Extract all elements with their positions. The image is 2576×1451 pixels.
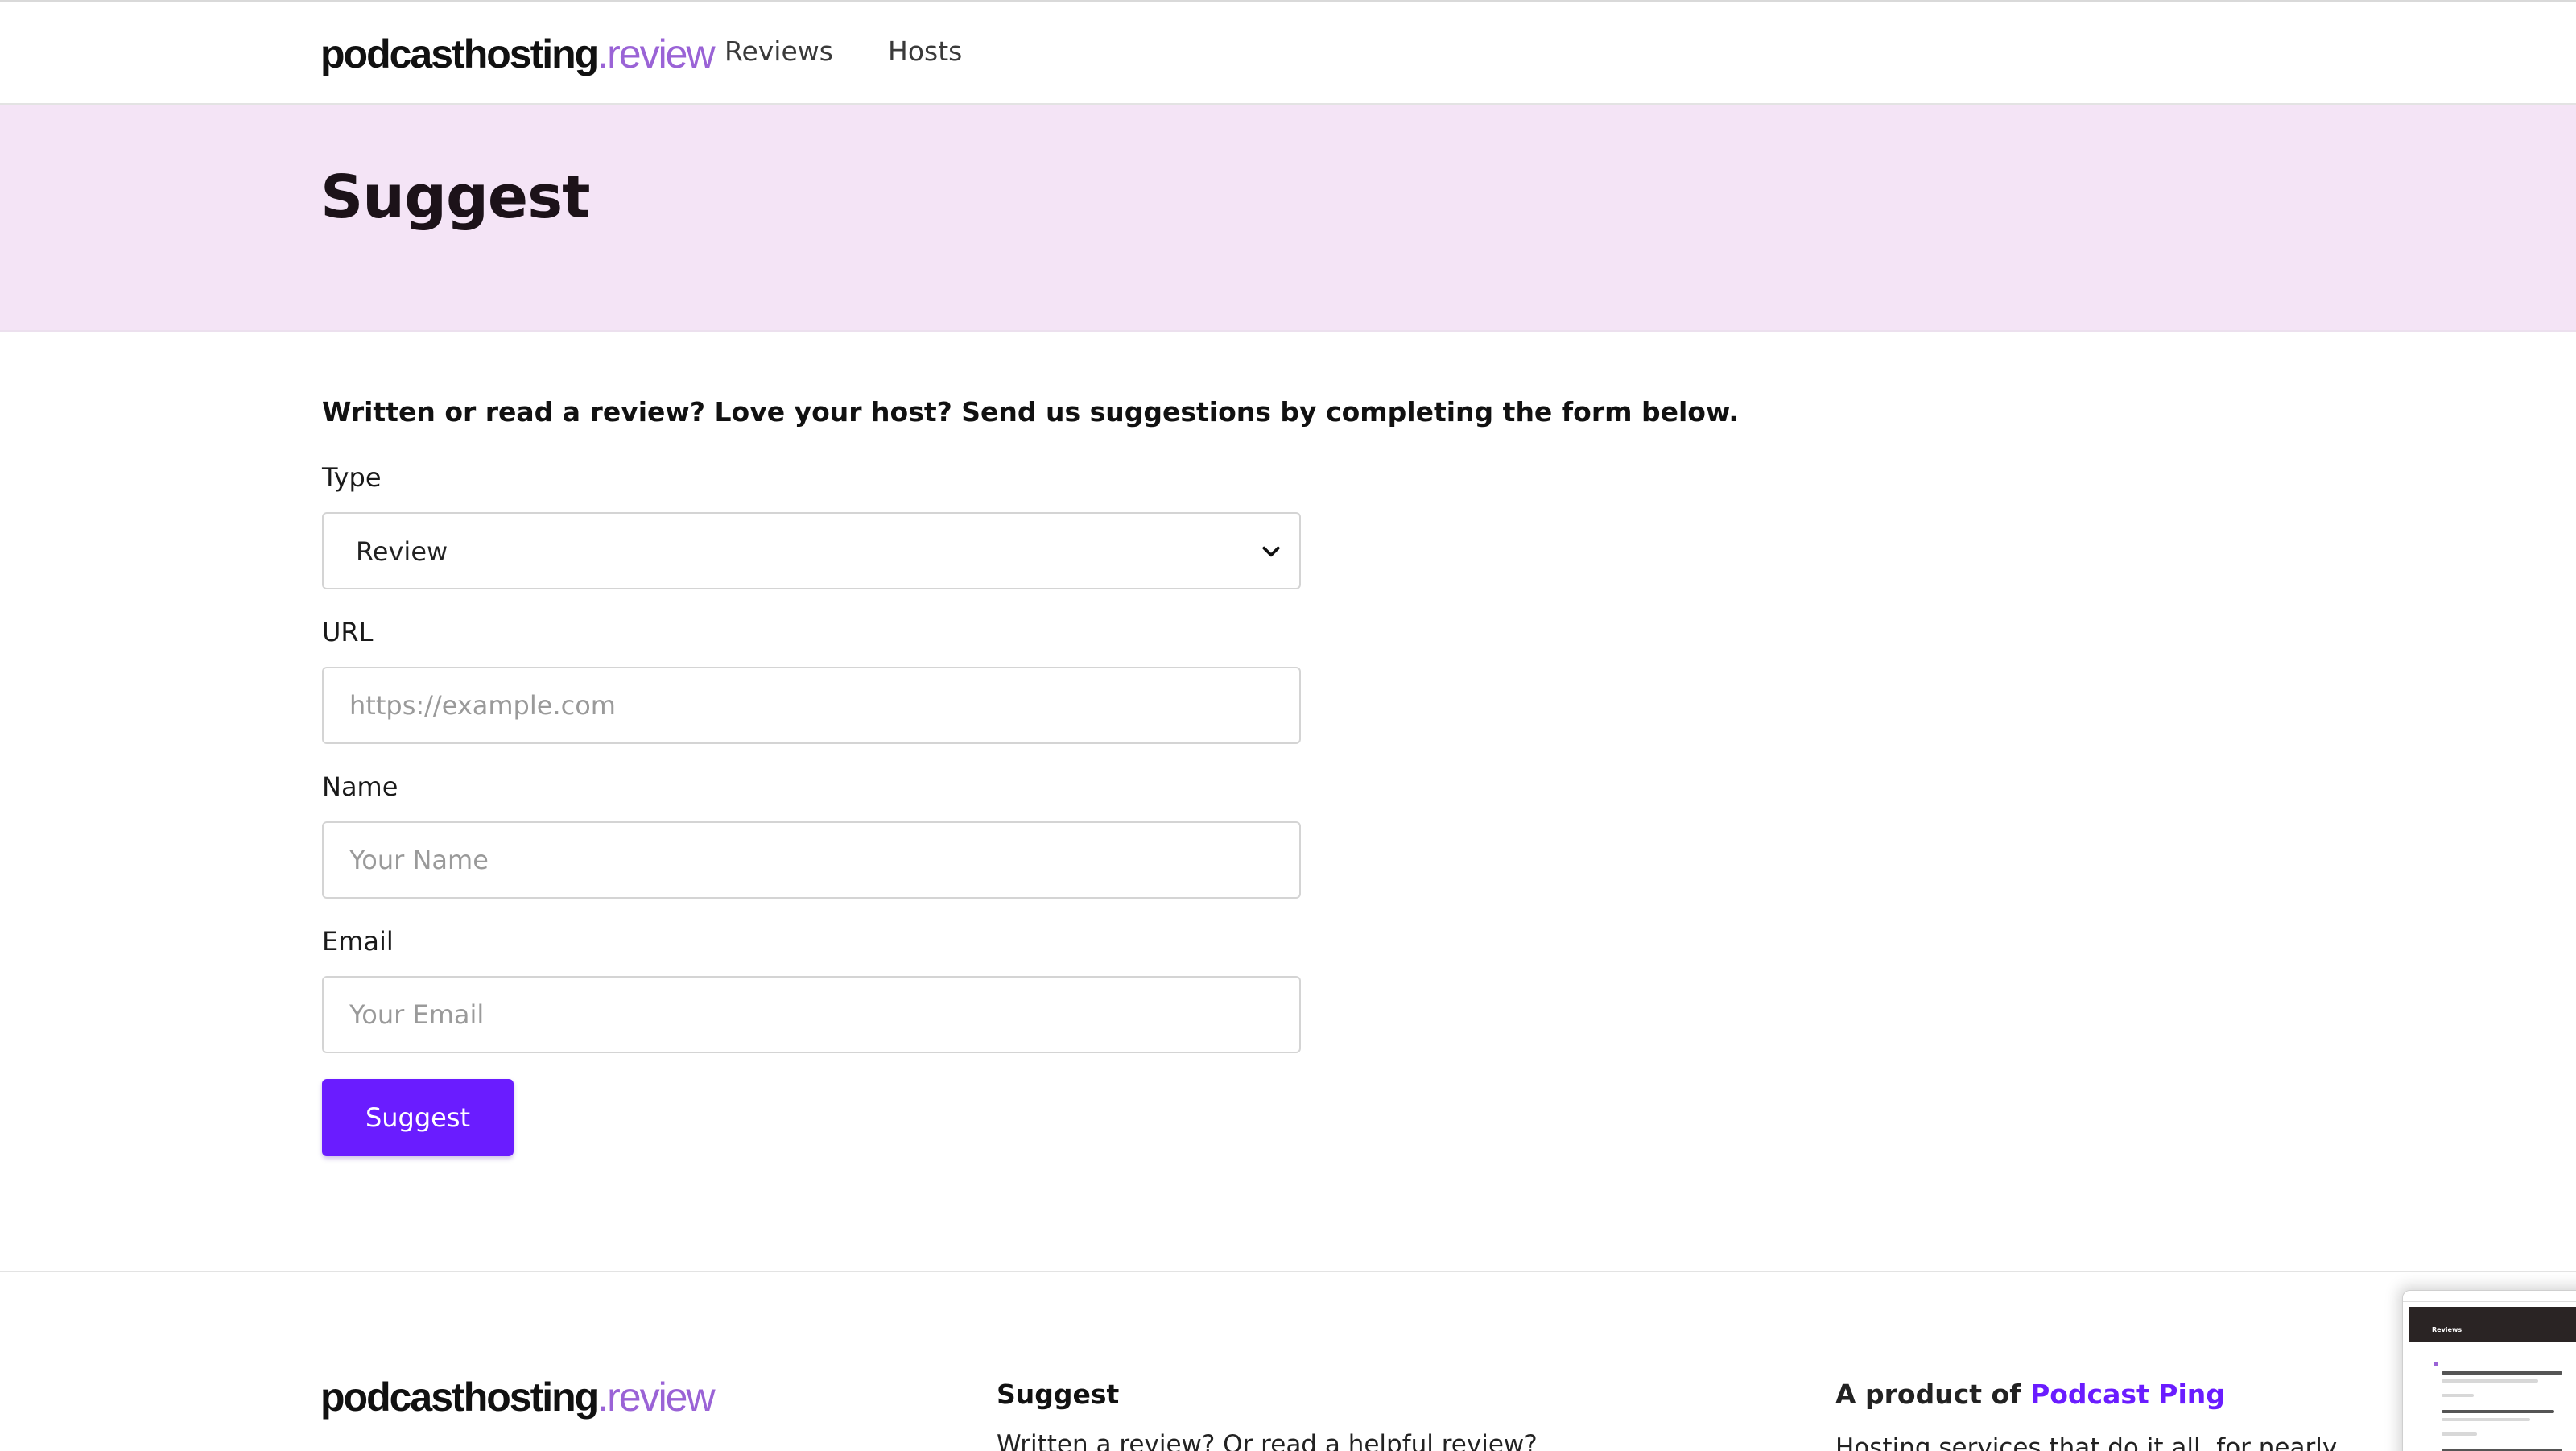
nav-link-reviews[interactable]: Reviews xyxy=(724,35,833,67)
page-title: Suggest xyxy=(320,163,591,232)
site-footer: podcasthosting.review Suggest Written a … xyxy=(0,1271,2576,1451)
email-input[interactable] xyxy=(322,976,1301,1053)
thumbnail-line xyxy=(2442,1379,2538,1383)
type-select-value: Review xyxy=(356,536,448,567)
type-select[interactable]: Review xyxy=(322,512,1301,589)
logo-accent-text: .review xyxy=(597,31,715,76)
url-label: URL xyxy=(322,617,374,647)
footer-product-prefix: A product of xyxy=(1835,1379,2021,1410)
type-label: Type xyxy=(322,462,382,493)
footer-suggest-text: Written a review? Or read a helpful revi… xyxy=(997,1430,1538,1451)
thumbnail-header xyxy=(2403,1291,2576,1302)
footer-product-text: Hosting services that do it all, for nea… xyxy=(1835,1433,2338,1451)
site-logo[interactable]: podcasthosting.review xyxy=(320,31,716,77)
url-input[interactable] xyxy=(322,667,1301,744)
screenshot-thumbnail-preview[interactable]: Reviews xyxy=(2402,1290,2576,1451)
top-navigation-bar: podcasthosting.review Reviews Hosts xyxy=(0,0,2576,105)
nav-link-hosts[interactable]: Hosts xyxy=(888,35,962,67)
thumbnail-line xyxy=(2442,1432,2477,1436)
footer-suggest-heading: Suggest xyxy=(997,1379,1120,1410)
footer-logo[interactable]: podcasthosting.review xyxy=(320,1374,716,1420)
thumbnail-line xyxy=(2442,1371,2562,1375)
email-label: Email xyxy=(322,926,394,957)
name-label: Name xyxy=(322,771,398,802)
name-input[interactable] xyxy=(322,821,1301,899)
footer-logo-main-text: podcasthosting xyxy=(320,1375,599,1420)
suggest-submit-button[interactable]: Suggest xyxy=(322,1079,514,1156)
thumbnail-hero xyxy=(2409,1307,2576,1342)
page-hero: Suggest xyxy=(0,105,2576,332)
form-intro-text: Written or read a review? Love your host… xyxy=(322,396,1739,428)
footer-product-line: A product of Podcast Ping xyxy=(1835,1379,2225,1410)
podcast-ping-link[interactable]: Podcast Ping xyxy=(2030,1379,2225,1410)
logo-main-text: podcasthosting xyxy=(320,31,599,76)
chevron-down-icon xyxy=(1262,546,1280,557)
thumbnail-line xyxy=(2442,1394,2474,1397)
thumbnail-title: Reviews xyxy=(2432,1326,2462,1333)
thumbnail-line xyxy=(2442,1410,2554,1413)
thumbnail-line xyxy=(2442,1418,2530,1421)
page: podcasthosting.review Reviews Hosts Sugg… xyxy=(0,0,2576,1451)
footer-logo-accent-text: .review xyxy=(597,1375,715,1420)
thumbnail-bullet xyxy=(2434,1362,2438,1366)
